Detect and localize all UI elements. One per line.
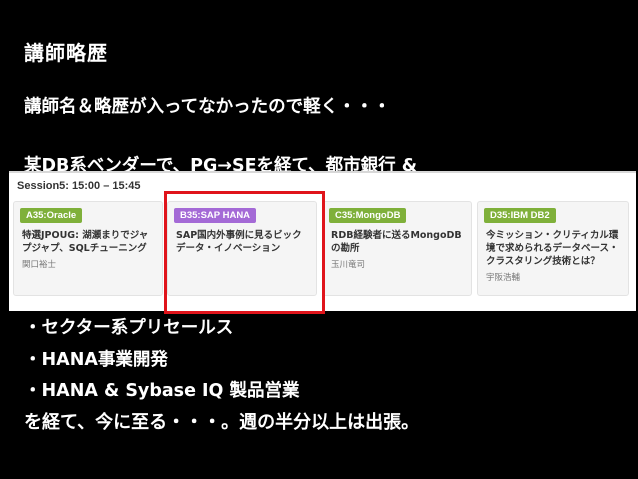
speaker-name: 宇阪浩輔: [486, 273, 521, 283]
session-schedule-panel: Session5: 15:00 – 15:45 A35:Oracle 特選JPO…: [9, 171, 636, 314]
slide: 講師略歴 講師名＆略歴が入ってなかったので軽く・・・ 某DB系ベンダーで、PG→…: [0, 0, 638, 479]
slide-title: 講師略歴: [24, 41, 108, 65]
career-line-3: ・HANA事業開発: [24, 350, 168, 370]
career-line-2: ・セクター系プリセールス: [24, 318, 234, 338]
speaker-name: 関口裕士: [22, 260, 57, 270]
session-title: RDB経験者に送るMongoDBの勘所: [331, 230, 462, 254]
career-line-5: を経て、今に至る・・・。週の半分以上は出張。: [24, 412, 420, 433]
session-title: 特選JPOUG: 湖瀬まりでジャプジャプ、SQLチューニング: [22, 230, 149, 254]
track-tag: C35:MongoDB: [329, 208, 407, 223]
track-tag: A35:Oracle: [20, 208, 83, 223]
session-card-mongodb[interactable]: C35:MongoDB RDB経験者に送るMongoDBの勘所 玉川竜司: [322, 201, 472, 296]
highlight-box: [164, 191, 325, 314]
session-title: 今ミッション・クリティカル環境で求められるデータベース・クラスタリング技術とは？: [486, 230, 619, 267]
session-card-ibm-db2[interactable]: D35:IBM DB2 今ミッション・クリティカル環境で求められるデータベース・…: [477, 201, 629, 296]
intro-line: 講師名＆略歴が入ってなかったので軽く・・・: [24, 97, 391, 117]
career-line-4: ・HANA & Sybase IQ 製品営業: [24, 381, 300, 401]
speaker-name: 玉川竜司: [331, 260, 366, 270]
track-tag: D35:IBM DB2: [484, 208, 556, 223]
session-label: Session5: 15:00 – 15:45: [17, 180, 141, 192]
session-card-oracle[interactable]: A35:Oracle 特選JPOUG: 湖瀬まりでジャプジャプ、SQLチューニン…: [13, 201, 163, 296]
